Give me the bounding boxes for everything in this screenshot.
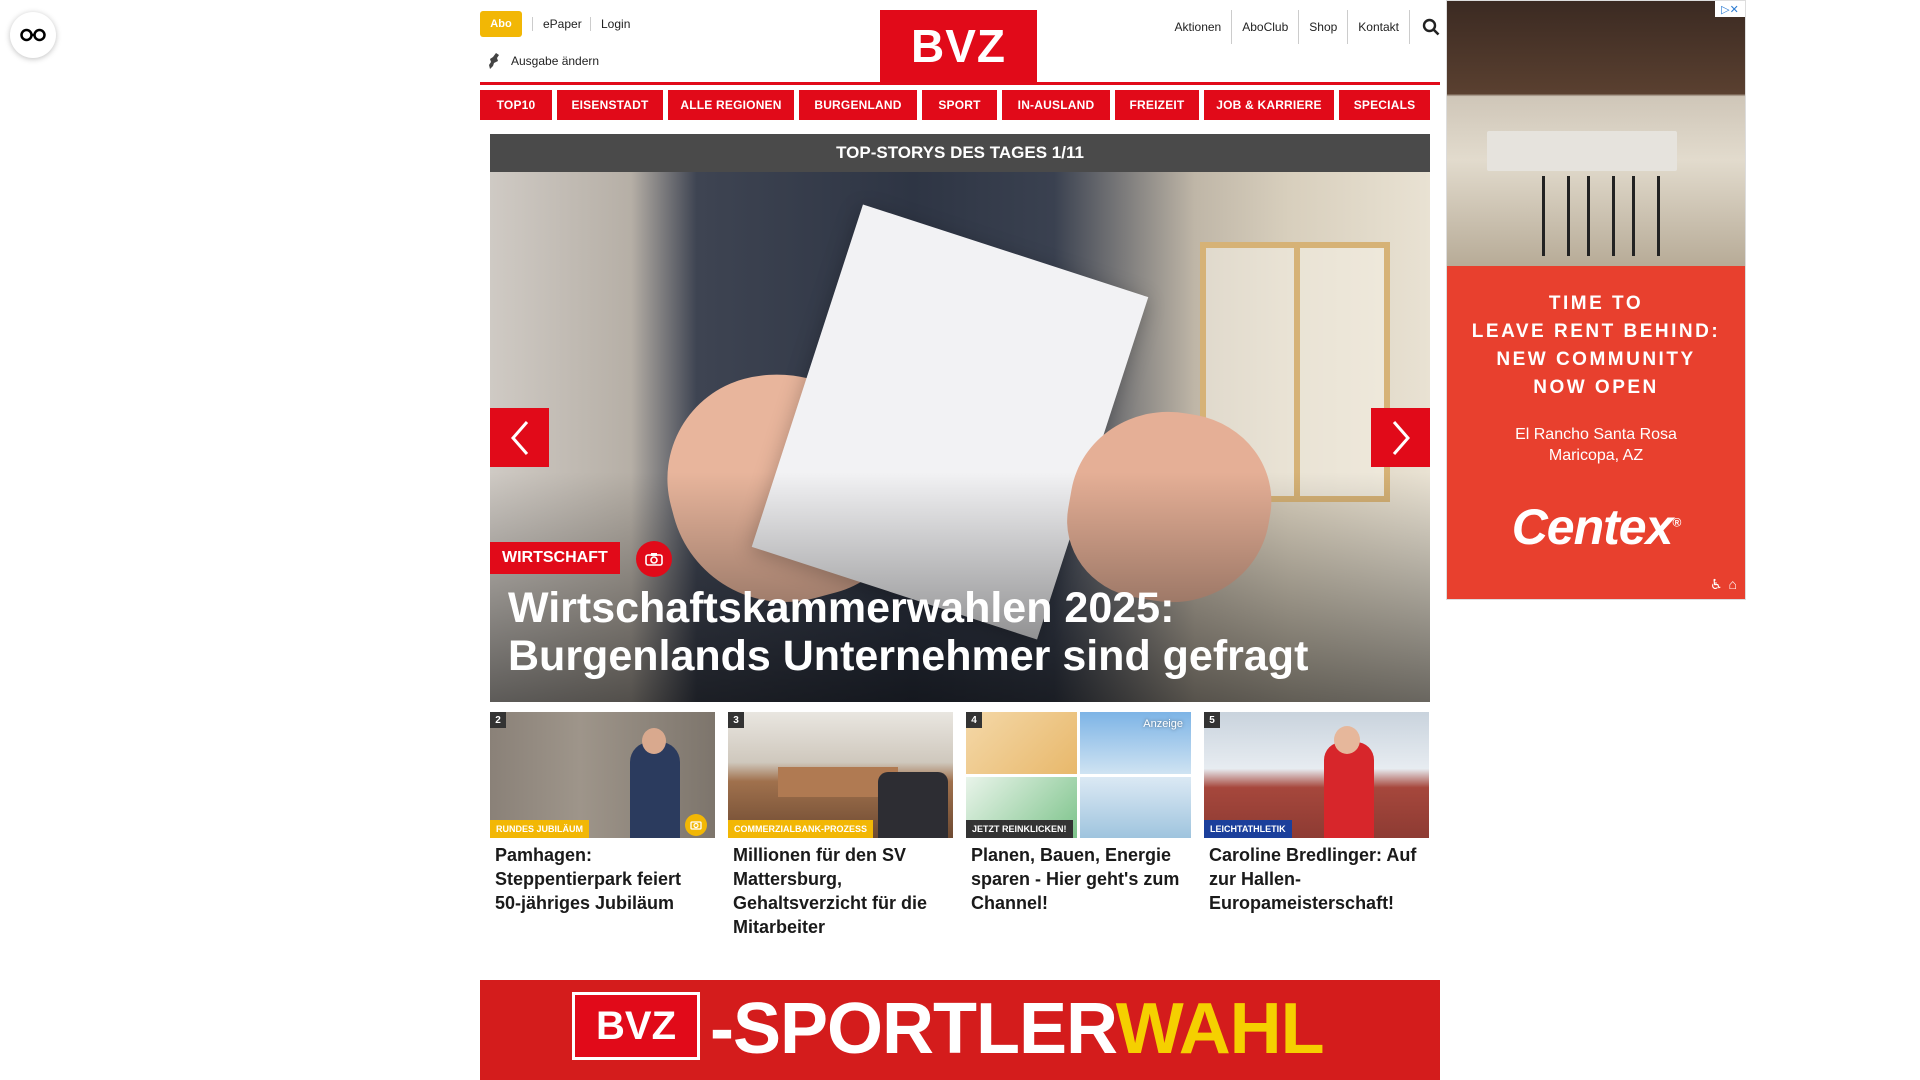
- story-card[interactable]: 2 RUNDES JUBILÄUM Pamhagen: Steppentierp…: [490, 712, 715, 939]
- search-button[interactable]: [1409, 10, 1440, 44]
- ad-legal-icons: ♿ ⌂: [1710, 576, 1737, 593]
- nav-item-sport[interactable]: SPORT: [922, 90, 997, 120]
- aboclub-link[interactable]: AboClub: [1231, 10, 1298, 44]
- chevron-right-icon: [1392, 420, 1410, 455]
- ad-headline-line: NEW COMMUNITY: [1496, 349, 1696, 370]
- ad-headline-line: LEAVE RENT BEHIND:: [1471, 321, 1721, 342]
- slider-next-button[interactable]: [1371, 408, 1430, 467]
- ad-headline-line: NOW OPEN: [1533, 377, 1659, 398]
- chevron-left-icon: [510, 420, 528, 455]
- accessibility-button[interactable]: [10, 12, 56, 58]
- story-badge: COMMERZIALBANK-PROZESS: [728, 820, 873, 838]
- banner-title-white: -SPORTLER: [710, 989, 1117, 1069]
- story-cards: 2 RUNDES JUBILÄUM Pamhagen: Steppentierp…: [490, 712, 1430, 939]
- slider-prev-button[interactable]: [490, 408, 549, 467]
- story-card[interactable]: 3 COMMERZIALBANK-PROZESS Millionen für d…: [728, 712, 953, 939]
- abo-button[interactable]: Abo: [480, 11, 522, 37]
- region-map-icon: [489, 53, 499, 69]
- nav-item-eisenstadt[interactable]: EISENSTADT: [557, 90, 663, 120]
- nav-item-burgenland[interactable]: BURGENLAND: [799, 90, 917, 120]
- ad-headline: TIME TO LEAVE RENT BEHIND: NEW COMMUNITY…: [1447, 290, 1745, 402]
- header-right-links: Aktionen AboClub Shop Kontakt: [1165, 10, 1440, 44]
- main-nav: TOP10 EISENSTADT ALLE REGIONEN BURGENLAN…: [480, 90, 1440, 120]
- ad-location: El Rancho Santa Rosa Maricopa, AZ: [1447, 424, 1745, 466]
- gallery-button[interactable]: [636, 541, 672, 577]
- ad-image-stool: [1587, 176, 1615, 256]
- kontakt-link[interactable]: Kontakt: [1347, 10, 1409, 44]
- ad-label: Anzeige: [1143, 718, 1183, 730]
- story-badge: RUNDES JUBILÄUM: [490, 820, 590, 838]
- equal-housing-icon: ⌂: [1728, 576, 1737, 592]
- story-thumbnail: 2 RUNDES JUBILÄUM: [490, 712, 715, 838]
- header-divider: [480, 82, 1440, 85]
- banner-title: -SPORTLERWAHL: [710, 988, 1325, 1070]
- story-thumbnail: 4 Anzeige JETZT REINKLICKEN!: [966, 712, 1191, 838]
- accessibility-icon: ♿: [1709, 576, 1723, 592]
- ad-location-line: Maricopa, AZ: [1548, 447, 1644, 464]
- story-number: 3: [728, 712, 744, 728]
- story-card[interactable]: 5 LEICHTATHLETIK Caroline Bredlinger: Au…: [1204, 712, 1429, 939]
- story-number: 4: [966, 712, 982, 728]
- search-icon: [1422, 18, 1440, 36]
- shop-link[interactable]: Shop: [1298, 10, 1347, 44]
- story-title[interactable]: Planen, Bauen, Energie sparen - Hier geh…: [966, 843, 1191, 915]
- ad-brand-name: Centex: [1511, 499, 1674, 555]
- ad-image-island: [1487, 131, 1677, 171]
- aktionen-link[interactable]: Aktionen: [1165, 10, 1232, 44]
- site-header: Abo ePaper Login Ausgabe ändern BVZ Akti…: [480, 0, 1440, 86]
- ad-headline-line: TIME TO: [1548, 293, 1644, 314]
- glasses-icon: [20, 28, 46, 42]
- nav-item-job-karriere[interactable]: JOB & KARRIERE: [1204, 90, 1334, 120]
- nav-item-specials[interactable]: SPECIALS: [1339, 90, 1430, 120]
- story-number: 5: [1204, 712, 1220, 728]
- epaper-link[interactable]: ePaper: [532, 17, 582, 31]
- banner-bvz-logo: BVZ: [572, 992, 700, 1060]
- login-link[interactable]: Login: [590, 17, 630, 31]
- camera-icon: [645, 553, 663, 566]
- nav-item-top10[interactable]: TOP10: [480, 90, 552, 120]
- topstories-header: TOP-STORYS DES TAGES 1/11: [490, 134, 1430, 172]
- nav-item-alle-regionen[interactable]: ALLE REGIONEN: [668, 90, 794, 120]
- story-title[interactable]: Caroline Bredlinger: Auf zur Hallen-Euro…: [1204, 843, 1429, 915]
- story-title[interactable]: Pamhagen: Steppentierpark feiert 50-jähr…: [490, 843, 715, 915]
- nav-item-freizeit[interactable]: FREIZEIT: [1115, 90, 1199, 120]
- hero-slide[interactable]: WIRTSCHAFT Wirtschaftskammerwahlen 2025:…: [490, 172, 1430, 702]
- ad-brand-logo: Centex®: [1447, 498, 1745, 556]
- story-title[interactable]: Millionen für den SV Mattersburg, Gehalt…: [728, 843, 953, 939]
- ad-image-stool: [1632, 176, 1660, 256]
- sportlerwahl-banner[interactable]: BVZ -SPORTLERWAHL: [480, 980, 1440, 1080]
- adchoices-icon[interactable]: ▷✕: [1715, 1, 1745, 17]
- nav-item-in-ausland[interactable]: IN-AUSLAND: [1002, 90, 1110, 120]
- hero-category-badge[interactable]: WIRTSCHAFT: [490, 542, 620, 574]
- banner-title-yellow: WAHL: [1115, 989, 1325, 1069]
- hero-headline[interactable]: Wirtschaftskammerwahlen 2025: Burgenland…: [508, 584, 1408, 680]
- bvz-logo[interactable]: BVZ: [880, 10, 1037, 82]
- edition-label: Ausgabe ändern: [511, 54, 600, 68]
- story-badge: LEICHTATHLETIK: [1204, 820, 1292, 838]
- story-card[interactable]: 4 Anzeige JETZT REINKLICKEN! Planen, Bau…: [966, 712, 1191, 939]
- ad-image-stool: [1542, 176, 1570, 256]
- sidebar-advertisement[interactable]: ▷✕ TIME TO LEAVE RENT BEHIND: NEW COMMUN…: [1446, 0, 1746, 600]
- story-thumbnail: 5 LEICHTATHLETIK: [1204, 712, 1429, 838]
- story-number: 2: [490, 712, 506, 728]
- story-thumbnail: 3 COMMERZIALBANK-PROZESS: [728, 712, 953, 838]
- ad-location-line: El Rancho Santa Rosa: [1515, 426, 1677, 443]
- story-badge: JETZT REINKLICKEN!: [966, 820, 1073, 838]
- ad-image: [1447, 1, 1745, 266]
- edition-switch[interactable]: Ausgabe ändern: [487, 52, 599, 70]
- ad-brand-mark: ®: [1672, 515, 1681, 530]
- camera-icon: [685, 814, 707, 836]
